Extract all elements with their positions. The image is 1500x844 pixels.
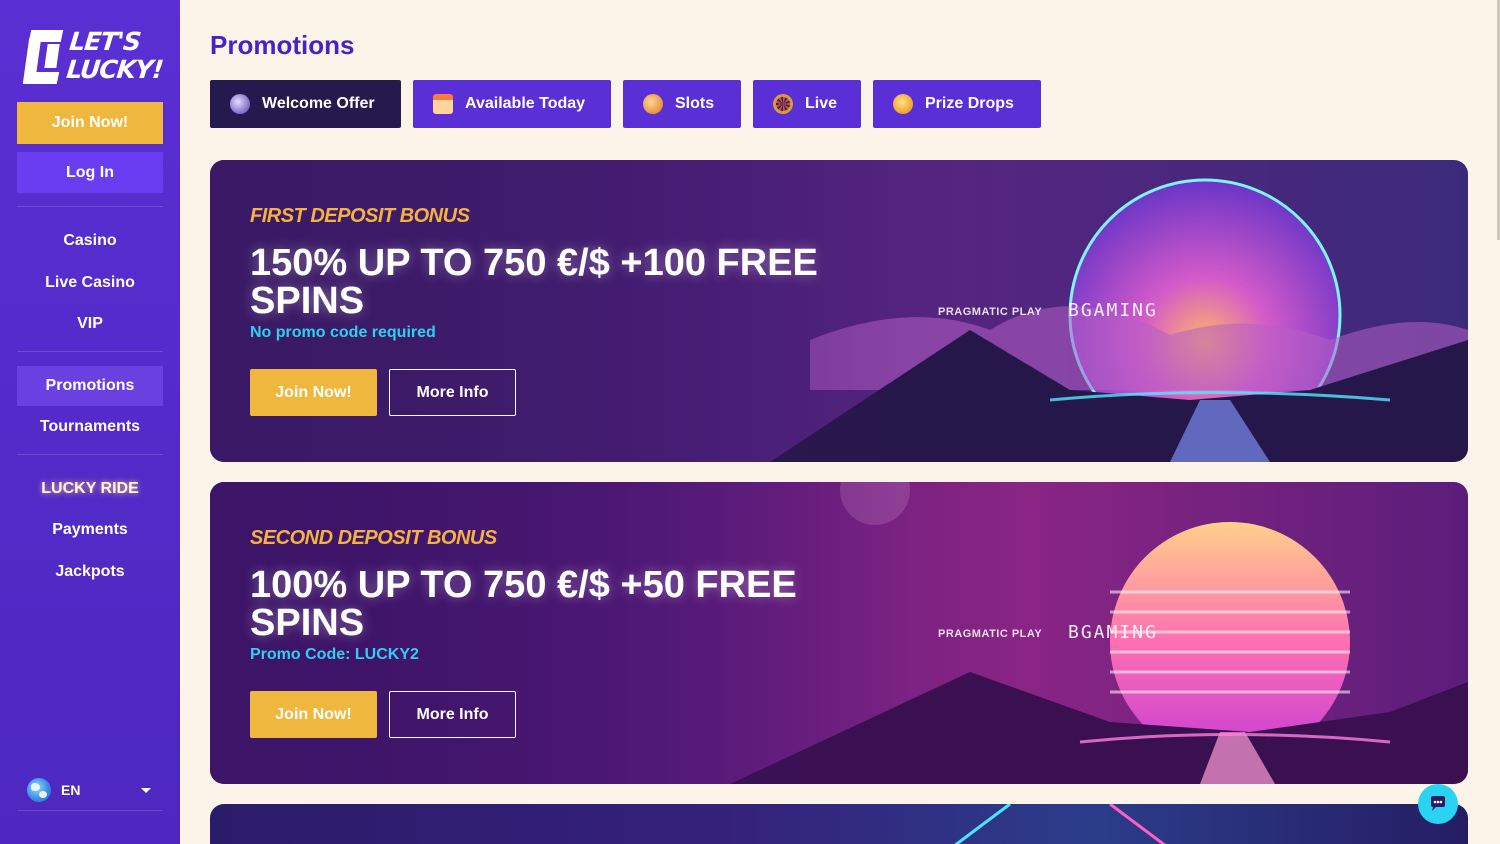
- filter-slots[interactable]: Slots: [623, 80, 741, 128]
- logo-line-1: LET'S: [68, 27, 142, 56]
- promo-banner-second-deposit: SECOND DEPOSIT BONUS 100% UP TO 750 €/$ …: [210, 482, 1468, 784]
- promo-banner-third: [210, 804, 1468, 844]
- promo-kicker: SECOND DEPOSIT BONUS: [250, 527, 497, 549]
- logo-mark-icon: [22, 30, 64, 86]
- sidebar-divider: [17, 454, 163, 455]
- page-title: Promotions: [210, 30, 355, 60]
- filter-label: Available Today: [465, 95, 586, 112]
- promo-banner-first-deposit: FIRST DEPOSIT BONUS 150% UP TO 750 €/$ +…: [210, 160, 1468, 462]
- globe-icon: [27, 778, 51, 802]
- sidebar: LET'S LUCKY! Join Now! Log In Casino Liv…: [0, 0, 180, 844]
- pragmatic-play-logo: PRAGMATIC PLAY: [938, 628, 1043, 640]
- filter-label: Slots: [675, 95, 715, 112]
- language-code: EN: [61, 782, 81, 798]
- cookie-icon: [643, 94, 663, 114]
- bgaming-logo: BGAMING: [1068, 300, 1158, 321]
- bgaming-logo: BGAMING: [1068, 622, 1158, 643]
- chat-icon: [1431, 796, 1445, 811]
- filter-welcome-offer[interactable]: Welcome Offer: [210, 80, 401, 128]
- rocket-icon: [230, 94, 250, 114]
- sidebar-divider: [17, 810, 163, 811]
- filter-prize-drops[interactable]: Prize Drops: [873, 80, 1041, 128]
- roulette-icon: [773, 94, 793, 114]
- sidebar-item-tournaments[interactable]: Tournaments: [17, 407, 163, 447]
- logo-text: LET'S LUCKY!: [65, 27, 167, 84]
- promo-more-info-button[interactable]: More Info: [389, 691, 516, 738]
- sidebar-login-button[interactable]: Log In: [17, 152, 163, 193]
- sidebar-item-jackpots[interactable]: Jackpots: [17, 552, 163, 592]
- promo-subtext: No promo code required: [250, 324, 436, 341]
- logo-line-2: LUCKY!: [65, 55, 165, 84]
- pragmatic-play-logo: PRAGMATIC PLAY: [938, 306, 1043, 318]
- coin-icon: [893, 94, 913, 114]
- language-selector[interactable]: EN: [17, 773, 163, 807]
- chevron-down-icon: [141, 787, 151, 793]
- sidebar-item-lucky-ride[interactable]: LUCKY RIDE: [17, 469, 163, 509]
- promo-join-button[interactable]: Join Now!: [250, 691, 377, 738]
- promo-headline: 100% UP TO 750 €/$ +50 FREE SPINS: [250, 564, 797, 644]
- filter-label: Live: [805, 95, 838, 112]
- calendar-icon: [433, 94, 453, 114]
- promo-more-info-button[interactable]: More Info: [389, 369, 516, 416]
- filter-label: Welcome Offer: [262, 95, 375, 112]
- sidebar-item-live-casino[interactable]: Live Casino: [17, 263, 163, 303]
- sidebar-item-casino[interactable]: Casino: [17, 221, 163, 261]
- sidebar-item-promotions[interactable]: Promotions: [17, 366, 163, 406]
- sidebar-item-vip[interactable]: VIP: [17, 304, 163, 344]
- promo-subtext: Promo Code: LUCKY2: [250, 646, 419, 663]
- live-chat-button[interactable]: [1418, 784, 1458, 824]
- sidebar-divider: [17, 206, 163, 207]
- filter-label: Prize Drops: [925, 95, 1014, 112]
- brand-logo[interactable]: LET'S LUCKY!: [22, 27, 164, 88]
- promo-join-button[interactable]: Join Now!: [250, 369, 377, 416]
- sidebar-join-button[interactable]: Join Now!: [17, 102, 163, 144]
- sidebar-divider: [17, 351, 163, 352]
- filter-available-today[interactable]: Available Today: [413, 80, 611, 128]
- filter-live[interactable]: Live: [753, 80, 861, 128]
- synthwave-grid-illustration: [954, 804, 1166, 844]
- promo-headline: 150% UP TO 750 €/$ +100 FREE SPINS: [250, 242, 818, 322]
- promo-kicker: FIRST DEPOSIT BONUS: [250, 205, 470, 227]
- sidebar-item-payments[interactable]: Payments: [17, 510, 163, 550]
